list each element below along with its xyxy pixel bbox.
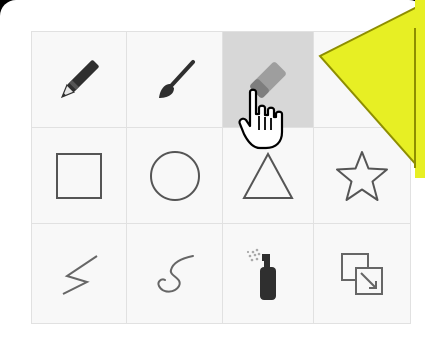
text-icon: T [348, 51, 384, 108]
curve-icon [157, 254, 194, 293]
tool-polyline[interactable] [32, 224, 127, 323]
tool-spray[interactable] [223, 224, 314, 323]
tool-brush[interactable] [127, 32, 223, 128]
spray-can-icon [246, 248, 276, 300]
tool-rectangle[interactable] [32, 128, 127, 224]
clone-icon [341, 252, 383, 295]
tool-pencil[interactable] [32, 32, 127, 128]
hand-pointer-icon [238, 88, 284, 150]
tool-grid: T [31, 31, 411, 324]
tool-palette-panel: T [0, 0, 425, 338]
tool-palette-screenshot: T [0, 0, 425, 338]
tool-ellipse[interactable] [127, 128, 223, 224]
brush-icon [158, 59, 195, 98]
square-icon [56, 152, 102, 199]
tool-star[interactable] [314, 128, 410, 224]
tool-clone[interactable] [314, 224, 410, 323]
tool-freehand-curve[interactable] [127, 224, 223, 323]
circle-icon [149, 150, 200, 201]
tool-text[interactable]: T [314, 32, 410, 128]
triangle-icon [242, 151, 294, 199]
polyline-icon [62, 254, 98, 295]
pencil-icon [60, 59, 99, 98]
star-icon [336, 150, 388, 201]
